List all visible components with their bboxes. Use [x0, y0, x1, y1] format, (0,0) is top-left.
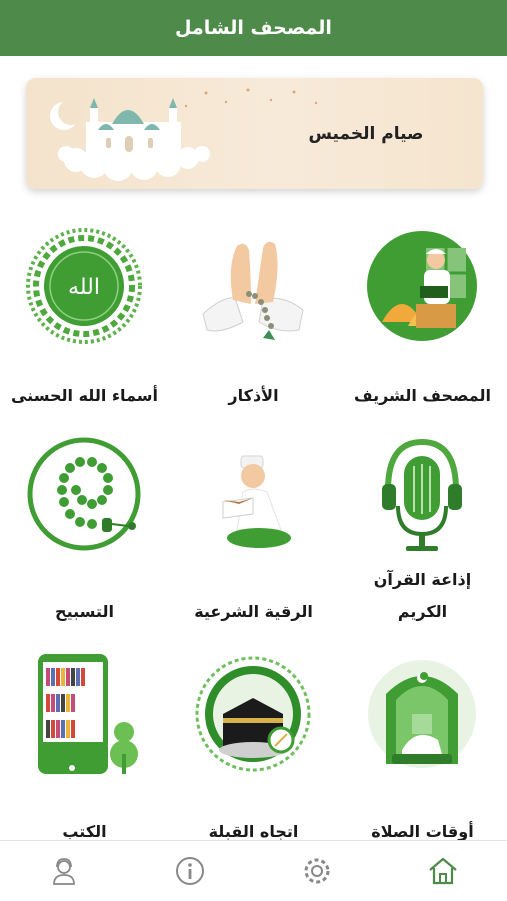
info-icon: [176, 857, 204, 885]
banner-title: صيام الخميس: [308, 123, 424, 144]
tile-prayer-times[interactable]: أوقات الصلاة: [338, 654, 507, 869]
bottom-nav: [0, 840, 507, 901]
nav-support[interactable]: [34, 841, 94, 901]
tile-ruqyah[interactable]: الرقية الشرعية: [169, 434, 338, 649]
support-icon: [53, 858, 75, 885]
tile-label: التسبيح: [55, 602, 114, 621]
settings-icon: [304, 858, 330, 884]
ruqyah-reader-icon: [222, 455, 291, 548]
prayer-beads-icon: [27, 437, 141, 551]
page-title: المصحف الشامل: [175, 17, 332, 39]
app-header: المصحف الشامل: [0, 0, 507, 56]
nav-home[interactable]: [413, 841, 473, 901]
tile-azkar[interactable]: الأذكار: [169, 226, 338, 441]
quran-reader-icon: [367, 231, 477, 341]
kaaba-icon: [195, 656, 311, 772]
tile-label-line2: الكريم: [397, 602, 448, 621]
fasting-banner[interactable]: صيام الخميس: [26, 78, 483, 189]
nav-settings[interactable]: [287, 841, 347, 901]
praying-hands-icon: [202, 241, 304, 340]
prayer-times-icon: [368, 660, 476, 768]
tile-label: أسماء الله الحسنى: [10, 386, 159, 405]
tile-label: المصحف الشريف: [354, 386, 491, 405]
books-icon: [38, 654, 138, 774]
tile-qibla[interactable]: اتجاه القبلة: [169, 654, 338, 869]
tile-label: اتجاه القبلة: [208, 822, 299, 841]
svg-text:الله: الله: [68, 275, 100, 300]
tile-label: الرقية الشرعية: [194, 602, 313, 621]
microphone-icon: [382, 438, 462, 551]
tile-label: أوقات الصلاة: [371, 822, 474, 841]
allah-names-icon: الله: [26, 228, 142, 344]
tile-books[interactable]: الكتب: [0, 654, 169, 869]
tile-radio[interactable]: إذاعة القرآن الكريم: [338, 434, 507, 649]
tile-label: الأذكار: [228, 386, 279, 405]
nav-info[interactable]: [160, 841, 220, 901]
tile-tasbeeh[interactable]: التسبيح: [0, 434, 169, 649]
tile-quran[interactable]: المصحف الشريف: [338, 226, 507, 441]
tile-label: الكتب: [62, 822, 107, 841]
tile-asma-allah[interactable]: الله أسماء الله الحسنى: [0, 226, 169, 441]
tile-label-line1: إذاعة القرآن: [373, 570, 472, 589]
home-icon: [429, 857, 457, 885]
